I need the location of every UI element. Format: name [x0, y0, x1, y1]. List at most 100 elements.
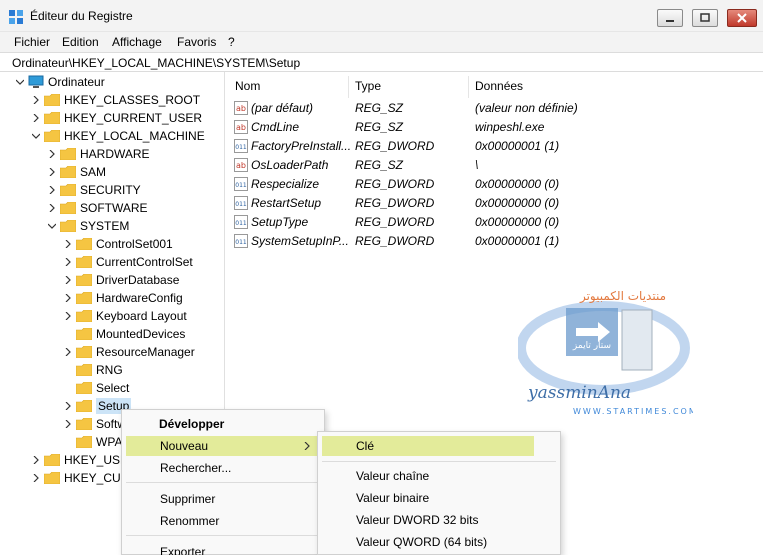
- context-item-export[interactable]: Exporter: [126, 542, 320, 555]
- close-button[interactable]: [727, 9, 757, 27]
- new-submenu: Clé Valeur chaîne Valeur binaire Valeur …: [317, 431, 561, 555]
- chevron-right-icon[interactable]: [48, 168, 56, 176]
- chevron-right-icon[interactable]: [64, 294, 72, 302]
- folder-icon: [76, 274, 92, 286]
- tree-item-rng[interactable]: RNG: [0, 361, 224, 379]
- tree-item-system[interactable]: SYSTEM: [0, 217, 224, 235]
- address-path: Ordinateur\HKEY_LOCAL_MACHINE\SYSTEM\Set…: [12, 56, 301, 70]
- folder-icon: [76, 400, 92, 412]
- submenu-item-key[interactable]: Clé: [322, 436, 534, 456]
- submenu-item-qword[interactable]: Valeur QWORD (64 bits): [322, 532, 556, 552]
- table-row[interactable]: 011 RestartSetup REG_DWORD 0x00000000 (0): [226, 193, 763, 212]
- column-header-data[interactable]: Données: [475, 79, 523, 93]
- menu-help[interactable]: ?: [228, 35, 235, 49]
- chevron-right-icon[interactable]: [64, 348, 72, 356]
- folder-icon: [76, 418, 92, 430]
- submenu-item-binary[interactable]: Valeur binaire: [322, 488, 556, 508]
- chevron-right-icon[interactable]: [64, 312, 72, 320]
- tree-item-keyboard-layout[interactable]: Keyboard Layout: [0, 307, 224, 325]
- watermark-arabic: منتديات الكمبيوتر: [579, 289, 666, 304]
- tree-item-label: RNG: [96, 363, 123, 377]
- table-row[interactable]: 011 SetupType REG_DWORD 0x00000000 (0): [226, 212, 763, 231]
- chevron-down-icon[interactable]: [32, 132, 40, 140]
- chevron-right-icon: [304, 442, 310, 450]
- close-icon: [737, 13, 747, 23]
- cell-data: 0x00000000 (0): [475, 177, 560, 191]
- menu-favorites[interactable]: Favoris: [177, 35, 216, 49]
- tree-item-resourcemanager[interactable]: ResourceManager: [0, 343, 224, 361]
- tree-item-select[interactable]: Select: [0, 379, 224, 397]
- cell-type: REG_DWORD: [355, 234, 435, 248]
- folder-icon: [44, 112, 60, 124]
- table-row[interactable]: ab CmdLine REG_SZ winpeshl.exe: [226, 117, 763, 136]
- cell-name: SystemSetupInP...: [251, 234, 349, 248]
- folder-icon: [60, 166, 76, 178]
- tree-item-label: HardwareConfig: [96, 291, 183, 305]
- submenu-item-dword[interactable]: Valeur DWORD 32 bits: [322, 510, 556, 530]
- tree-item-software[interactable]: SOFTWARE: [0, 199, 224, 217]
- chevron-right-icon[interactable]: [64, 402, 72, 410]
- tree-item-mounteddevices[interactable]: MountedDevices: [0, 325, 224, 343]
- menu-edit[interactable]: Edition: [62, 35, 99, 49]
- watermark-site: WWW.STARTIMES.COM: [573, 407, 693, 416]
- maximize-button[interactable]: [692, 9, 718, 27]
- binary-value-icon: 011: [234, 234, 248, 248]
- column-divider[interactable]: [348, 76, 349, 98]
- column-divider[interactable]: [468, 76, 469, 98]
- table-row[interactable]: 011 FactoryPreInstall... REG_DWORD 0x000000…: [226, 136, 763, 155]
- tree-item-hardwareconfig[interactable]: HardwareConfig: [0, 289, 224, 307]
- tree-item-hklm[interactable]: HKEY_LOCAL_MACHINE: [0, 127, 224, 145]
- tree-item-label: SAM: [80, 165, 107, 179]
- watermark-arabic-2: ستار تايمز: [572, 341, 611, 351]
- context-item-new[interactable]: Nouveau: [126, 436, 320, 456]
- menu-view[interactable]: Affichage: [112, 35, 162, 49]
- submenu-item-string[interactable]: Valeur chaîne: [322, 466, 556, 486]
- context-item-delete[interactable]: Supprimer: [126, 489, 320, 509]
- minimize-button[interactable]: [657, 9, 683, 27]
- tree-item-controlset001[interactable]: ControlSet001: [0, 235, 224, 253]
- table-row[interactable]: ab OsLoaderPath REG_SZ \: [226, 155, 763, 174]
- chevron-right-icon[interactable]: [64, 420, 72, 428]
- table-row[interactable]: 011 SystemSetupInP... REG_DWORD 0x00000001 …: [226, 231, 763, 250]
- chevron-right-icon[interactable]: [64, 240, 72, 248]
- chevron-right-icon[interactable]: [32, 474, 40, 482]
- folder-icon: [44, 130, 60, 142]
- chevron-right-icon[interactable]: [48, 204, 56, 212]
- chevron-down-icon[interactable]: [16, 78, 24, 86]
- menu-file[interactable]: Fichier: [14, 35, 50, 49]
- tree-item-hardware[interactable]: HARDWARE: [0, 145, 224, 163]
- tree-item-security[interactable]: SECURITY: [0, 181, 224, 199]
- folder-icon: [76, 292, 92, 304]
- tree-item-label: MountedDevices: [96, 327, 186, 341]
- chevron-right-icon[interactable]: [64, 276, 72, 284]
- tree-item-ordinateur[interactable]: Ordinateur: [0, 73, 224, 91]
- context-item-expand[interactable]: Développer: [126, 414, 320, 434]
- cell-data: \: [475, 158, 479, 172]
- folder-icon: [76, 256, 92, 268]
- tree-item-label: ResourceManager: [96, 345, 195, 359]
- tree-item-sam[interactable]: SAM: [0, 163, 224, 181]
- chevron-right-icon[interactable]: [32, 114, 40, 122]
- context-menu: Développer Nouveau Rechercher... Supprim…: [121, 409, 325, 555]
- chevron-right-icon[interactable]: [48, 186, 56, 194]
- table-row[interactable]: 011 Respecialize REG_DWORD 0x00000000 (0): [226, 174, 763, 193]
- chevron-right-icon[interactable]: [32, 96, 40, 104]
- table-row[interactable]: ab (par défaut) REG_SZ (valeur non définie): [226, 98, 763, 117]
- tree-item-hkcr[interactable]: HKEY_CLASSES_ROOT: [0, 91, 224, 109]
- context-item-search[interactable]: Rechercher...: [126, 458, 320, 478]
- column-header-name[interactable]: Nom: [235, 79, 260, 93]
- chevron-right-icon[interactable]: [32, 456, 40, 464]
- chevron-right-icon[interactable]: [64, 258, 72, 266]
- tree-item-currentcontrolset[interactable]: CurrentControlSet: [0, 253, 224, 271]
- tree-item-driverdatabase[interactable]: DriverDatabase: [0, 271, 224, 289]
- tree-item-label: SYSTEM: [80, 219, 130, 233]
- folder-icon: [44, 454, 60, 466]
- watermark-brand: yassminAna: [527, 383, 631, 403]
- column-header-type[interactable]: Type: [355, 79, 381, 93]
- folder-icon: [44, 472, 60, 484]
- chevron-right-icon[interactable]: [48, 150, 56, 158]
- chevron-down-icon[interactable]: [48, 222, 56, 230]
- context-item-rename[interactable]: Renommer: [126, 511, 320, 531]
- address-bar[interactable]: Ordinateur\HKEY_LOCAL_MACHINE\SYSTEM\Set…: [0, 52, 763, 72]
- tree-item-hkcu[interactable]: HKEY_CURRENT_USER: [0, 109, 224, 127]
